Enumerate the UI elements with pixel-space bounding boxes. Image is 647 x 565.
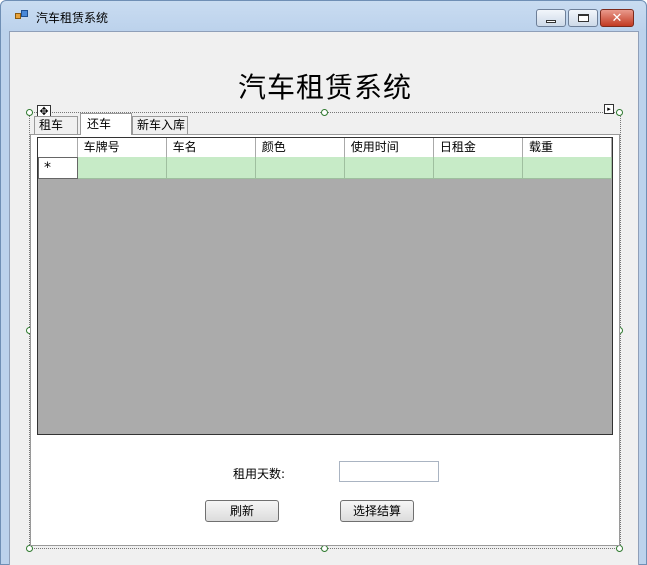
resize-handle-bottom-right[interactable] bbox=[616, 545, 623, 552]
column-header-plate[interactable]: 车牌号 bbox=[77, 138, 167, 157]
page-title: 汽车租赁系统 bbox=[237, 71, 412, 104]
resize-handle-bottom[interactable] bbox=[321, 545, 328, 552]
table-cell[interactable] bbox=[344, 157, 434, 179]
table-cell[interactable] bbox=[433, 157, 523, 179]
column-header-load[interactable]: 载重 bbox=[522, 138, 613, 157]
resize-handle-bottom-left[interactable] bbox=[26, 545, 33, 552]
resize-handle-top-left[interactable] bbox=[26, 109, 33, 116]
column-header-usage-time[interactable]: 使用时间 bbox=[344, 138, 434, 157]
grid-corner-cell[interactable] bbox=[38, 138, 78, 157]
refresh-button[interactable]: 刷新 bbox=[205, 500, 279, 522]
form-client-area: 汽车租赁系统 ✥ ▸ 租车 还车 新车入库 车牌号 车名 颜色 使用时间 日租金… bbox=[9, 31, 639, 565]
maximize-icon bbox=[577, 14, 589, 22]
cars-data-grid[interactable]: 车牌号 车名 颜色 使用时间 日租金 载重 * bbox=[37, 137, 613, 435]
tab-new-car-stock[interactable]: 新车入库 bbox=[132, 116, 188, 134]
tab-rent-car[interactable]: 租车 bbox=[34, 116, 78, 134]
application-window: 汽车租赁系统 ✕ 汽车租赁系统 ✥ ▸ 租车 还车 新车入库 车牌号 车名 颜色… bbox=[0, 0, 647, 565]
resize-handle-top[interactable] bbox=[321, 109, 328, 116]
resize-handle-top-right[interactable] bbox=[616, 109, 623, 116]
title-bar[interactable]: 汽车租赁系统 ✕ bbox=[1, 1, 646, 31]
table-cell[interactable] bbox=[522, 157, 613, 179]
app-icon bbox=[15, 10, 29, 22]
window-title: 汽车租赁系统 bbox=[36, 11, 109, 25]
column-header-car-name[interactable]: 车名 bbox=[166, 138, 256, 157]
tab-panel-return-car: 车牌号 车名 颜色 使用时间 日租金 载重 * 租用天数: 刷新 选择结算 bbox=[30, 134, 620, 546]
maximize-button[interactable] bbox=[568, 9, 598, 27]
tab-return-car[interactable]: 还车 bbox=[80, 113, 132, 135]
column-header-daily-rent[interactable]: 日租金 bbox=[433, 138, 523, 157]
select-settle-button[interactable]: 选择结算 bbox=[340, 500, 414, 522]
new-row-marker[interactable]: * bbox=[38, 157, 78, 179]
grid-header-row: 车牌号 车名 颜色 使用时间 日租金 载重 bbox=[38, 138, 613, 157]
table-cell[interactable] bbox=[77, 157, 167, 179]
table-cell[interactable] bbox=[255, 157, 345, 179]
minimize-icon bbox=[546, 19, 556, 23]
rental-days-label: 租用天数: bbox=[233, 467, 286, 481]
smart-tag-icon[interactable]: ▸ bbox=[604, 104, 614, 114]
close-button[interactable]: ✕ bbox=[600, 9, 634, 27]
close-icon: ✕ bbox=[611, 10, 623, 26]
minimize-button[interactable] bbox=[536, 9, 566, 27]
table-row[interactable]: * bbox=[38, 157, 613, 179]
table-cell[interactable] bbox=[166, 157, 256, 179]
column-header-color[interactable]: 颜色 bbox=[255, 138, 345, 157]
rental-days-input[interactable] bbox=[339, 461, 439, 482]
